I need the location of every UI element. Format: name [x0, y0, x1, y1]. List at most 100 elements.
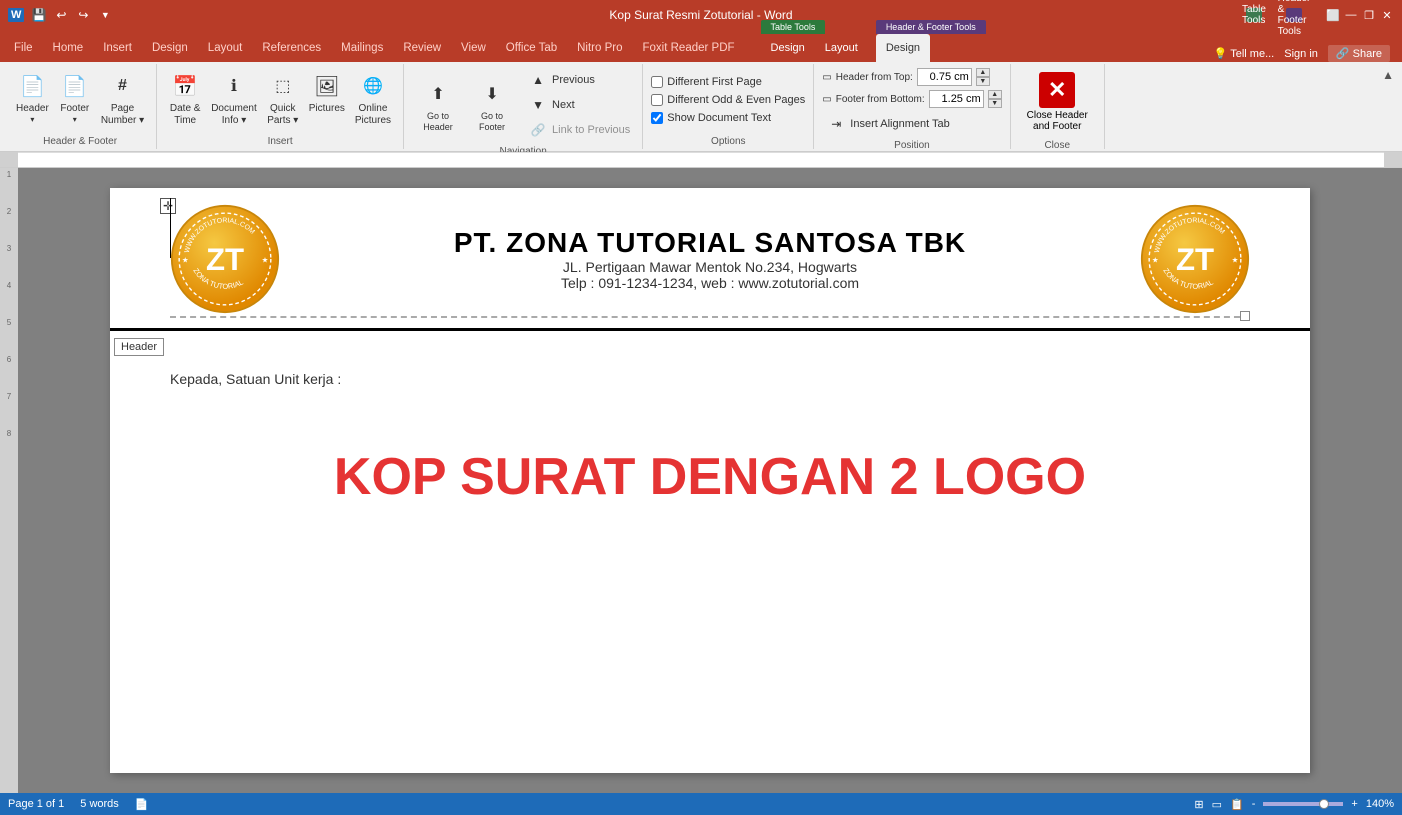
goto-footer-btn[interactable]: ⬇ Go to Footer: [466, 76, 518, 134]
close-hf-btn[interactable]: ✕ Close Headerand Footer: [1019, 68, 1096, 136]
status-icon-2: ▭: [1212, 798, 1222, 811]
tab-mailings[interactable]: Mailings: [331, 34, 393, 62]
link-to-previous-btn[interactable]: 🔗 Link to Previous: [524, 118, 634, 142]
footer-btn[interactable]: 📄 Footer ▾: [55, 68, 95, 126]
docinfo-icon: ℹ: [218, 70, 250, 102]
pictures-btn[interactable]: 🖼 Pictures: [305, 68, 349, 116]
tab-table-design[interactable]: Design: [761, 34, 815, 62]
footer-from-bottom-row: ▭ Footer from Bottom: ▲ ▼: [822, 90, 1001, 108]
company-name: PT. ZONA TUTORIAL SANTOSA TBK: [280, 227, 1140, 259]
header-move-handle[interactable]: ✛: [160, 198, 176, 214]
save-quick-btn[interactable]: 💾: [30, 6, 48, 24]
customize-quick-btn[interactable]: ▼: [96, 6, 114, 24]
tab-officetab[interactable]: Office Tab: [496, 34, 567, 62]
position-controls: ▭ Header from Top: ▲ ▼ ▭ Footer from Bot…: [822, 66, 1001, 138]
ruler-left-margin: [0, 152, 18, 167]
share-btn[interactable]: 🔗 Share: [1328, 45, 1390, 62]
close-hf-label: Close Headerand Footer: [1027, 110, 1088, 132]
quickparts-btn[interactable]: ⬚ Quick Parts ▾: [263, 68, 303, 128]
datetime-icon: 📅: [169, 70, 201, 102]
header-from-top-input[interactable]: [917, 68, 972, 86]
previous-icon: ▲: [528, 70, 548, 90]
options-section-label: Options: [711, 134, 745, 147]
document-header[interactable]: ✛ ZT: [110, 188, 1310, 331]
zoom-thumb[interactable]: [1319, 799, 1329, 809]
tab-view[interactable]: View: [451, 34, 496, 62]
diff-first-page-label: Different First Page: [667, 76, 762, 88]
nav-small-group: ▲ Previous ▼ Next 🔗 Link to Previous: [524, 68, 634, 142]
diff-first-page-row: Different First Page: [651, 74, 762, 90]
next-btn[interactable]: ▼ Next: [524, 93, 634, 117]
tab-home[interactable]: Home: [43, 34, 94, 62]
diff-odd-even-label: Different Odd & Even Pages: [667, 94, 805, 106]
header-top-down[interactable]: ▼: [976, 77, 990, 86]
context-tab-label: Table Tools: [1246, 8, 1262, 22]
redo-quick-btn[interactable]: ↪: [74, 6, 92, 24]
insert-section-label: Insert: [268, 134, 293, 147]
tab-insert[interactable]: Insert: [93, 34, 142, 62]
insert-buttons: 📅 Date & Time ℹ Document Info ▾ ⬚ Quick …: [165, 66, 395, 134]
show-doc-text-row: Show Document Text: [651, 110, 771, 126]
next-icon: ▼: [528, 95, 548, 115]
footer-bottom-down[interactable]: ▼: [988, 99, 1002, 108]
table-tools-label: Table Tools: [761, 20, 826, 34]
tell-me-btn[interactable]: 💡 Tell me...: [1214, 47, 1275, 60]
window-title: Kop Surat Resmi Zotutorial - Word: [609, 8, 792, 22]
hf-section-label: Header & Footer: [43, 134, 117, 147]
word-icon: W: [8, 8, 24, 22]
docinfo-btn[interactable]: ℹ Document Info ▾: [207, 68, 261, 128]
header-btn[interactable]: 📄 Header ▾: [12, 68, 53, 126]
header-from-top-icon: ▭: [822, 72, 831, 83]
footer-from-bottom-label: Footer from Bottom:: [836, 94, 925, 105]
header-inner: ZT WWW.ZOTUTORIAL.COM ZONA TUTORIAL ★: [170, 204, 1250, 314]
tab-nitro[interactable]: Nitro Pro: [567, 34, 632, 62]
title-bar-left: W 💾 ↩ ↪ ▼: [8, 6, 114, 24]
svg-text:★: ★: [1152, 256, 1159, 265]
header-resize-handle[interactable]: [1240, 311, 1250, 321]
show-doc-text-checkbox[interactable]: [651, 112, 663, 124]
tab-foxit[interactable]: Foxit Reader PDF: [633, 34, 745, 62]
tab-hf-design[interactable]: Design: [876, 34, 930, 62]
tab-design[interactable]: Design: [142, 34, 198, 62]
zoom-minus[interactable]: -: [1252, 798, 1256, 810]
zoom-slider[interactable]: [1263, 802, 1343, 806]
tab-file[interactable]: File: [4, 34, 43, 62]
footer-bottom-spinner: ▲ ▼: [988, 90, 1002, 108]
tab-references[interactable]: References: [252, 34, 331, 62]
align-tab-icon: ⇥: [826, 114, 846, 134]
goto-header-btn[interactable]: ⬆ Go to Header: [412, 76, 464, 134]
tab-layout[interactable]: Layout: [198, 34, 253, 62]
minimize-btn[interactable]: —: [1344, 8, 1358, 22]
header-top-up[interactable]: ▲: [976, 68, 990, 77]
online-pictures-btn[interactable]: 🌐 Online Pictures: [351, 68, 395, 128]
header-icon: 📄: [16, 70, 48, 102]
position-section-label: Position: [894, 138, 930, 151]
tab-review[interactable]: Review: [393, 34, 451, 62]
footer-from-bottom-input[interactable]: [929, 90, 984, 108]
header-top-spinner: ▲ ▼: [976, 68, 990, 86]
ribbon-collapse-btn[interactable]: ▲: [1378, 64, 1398, 149]
page-number-btn[interactable]: # Page Number ▾: [97, 68, 148, 128]
page-info: Page 1 of 1: [8, 798, 64, 810]
document-body: Kepada, Satuan Unit kerja : KOP SURAT DE…: [110, 331, 1310, 547]
diff-first-page-checkbox[interactable]: [651, 76, 663, 88]
hf-buttons: 📄 Header ▾ 📄 Footer ▾ # Page Number ▾: [12, 66, 148, 134]
svg-text:ZT: ZT: [206, 242, 244, 277]
undo-quick-btn[interactable]: ↩: [52, 6, 70, 24]
insert-align-tab-btn[interactable]: ⇥ Insert Alignment Tab: [822, 112, 953, 136]
tab-table-layout[interactable]: Layout: [815, 34, 868, 62]
ribbon-section-insert: 📅 Date & Time ℹ Document Info ▾ ⬚ Quick …: [157, 64, 404, 149]
zoom-plus[interactable]: +: [1351, 798, 1357, 810]
close-btn[interactable]: ✕: [1380, 8, 1394, 22]
previous-btn[interactable]: ▲ Previous: [524, 68, 634, 92]
footer-bottom-up[interactable]: ▲: [988, 90, 1002, 99]
ruler-right-margin: [1384, 152, 1402, 167]
diff-odd-even-checkbox[interactable]: [651, 94, 663, 106]
close-content: ✕ Close Headerand Footer: [1019, 66, 1096, 138]
signin-btn[interactable]: Sign in: [1284, 48, 1318, 60]
restore-btn[interactable]: ❐: [1362, 8, 1376, 22]
fullscreen-btn[interactable]: ⬜: [1326, 8, 1340, 22]
ribbon-section-position: ▭ Header from Top: ▲ ▼ ▭ Footer from Bot…: [814, 64, 1010, 149]
datetime-btn[interactable]: 📅 Date & Time: [165, 68, 205, 128]
header-text: PT. ZONA TUTORIAL SANTOSA TBK JL. Pertig…: [280, 227, 1140, 291]
